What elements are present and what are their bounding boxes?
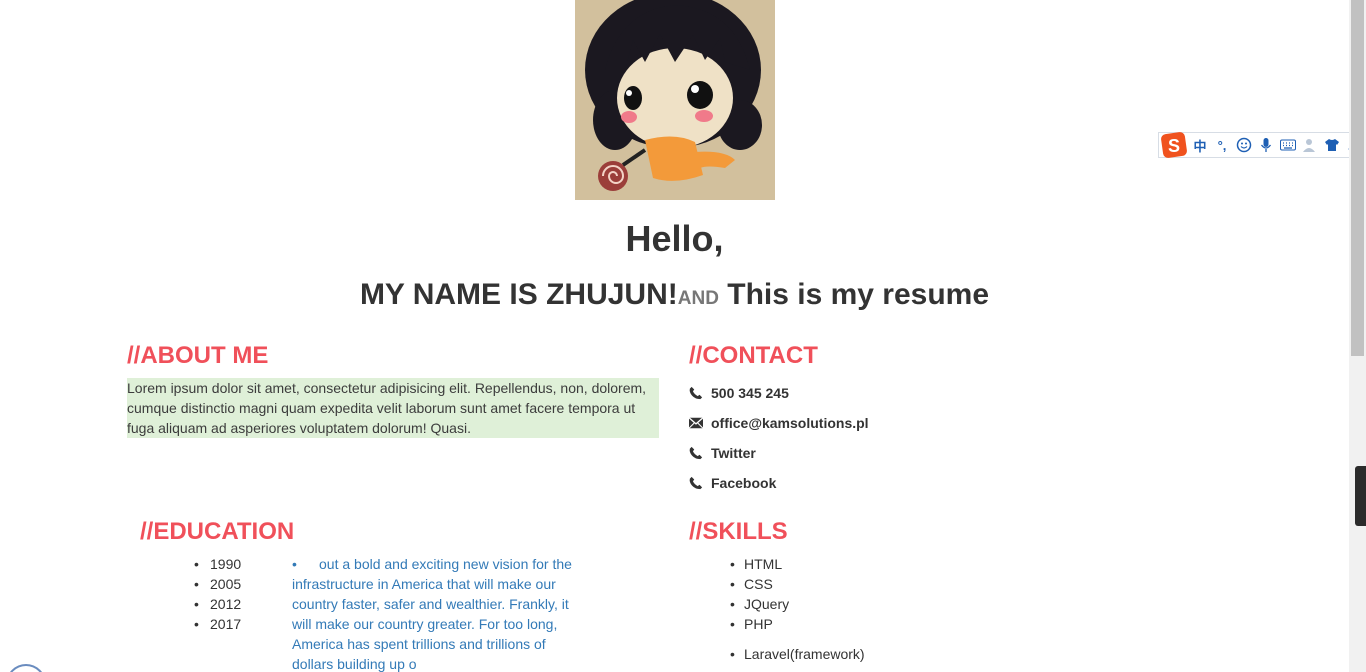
year-item: 2017	[194, 614, 241, 634]
year-item: 2005	[194, 574, 241, 594]
intro-heading: MY NAME IS ZHUJUN!AND This is my resume	[0, 278, 1349, 312]
tagline: This is my resume	[718, 278, 990, 311]
skill-item: Laravel(framework)	[730, 644, 865, 664]
skills-list-2: Laravel(framework)	[730, 644, 865, 664]
skills-list: HTML CSS JQuery PHP	[730, 554, 789, 634]
phone-icon	[689, 446, 711, 460]
corner-widget[interactable]	[6, 664, 46, 672]
education-title: //EDUCATION	[140, 518, 295, 545]
scrollbar-thumb[interactable]	[1351, 0, 1364, 356]
microphone-icon[interactable]	[1257, 136, 1275, 154]
contact-label: Twitter	[711, 445, 756, 461]
contact-email[interactable]: office@kamsolutions.pl	[689, 408, 869, 438]
skill-item: HTML	[730, 554, 789, 574]
contact-facebook[interactable]: Facebook	[689, 468, 869, 498]
year-item: 1990	[194, 554, 241, 574]
ime-toolbar: S 中 °,	[1158, 132, 1366, 158]
resume-page: Hello, MY NAME IS ZHUJUN!AND This is my …	[0, 0, 1366, 672]
user-icon[interactable]	[1301, 136, 1319, 154]
skills-title: //SKILLS	[689, 518, 788, 545]
skill-item: CSS	[730, 574, 789, 594]
keyboard-icon[interactable]	[1279, 136, 1297, 154]
phone-icon	[689, 386, 711, 400]
punctuation-button[interactable]: °,	[1213, 136, 1231, 154]
contact-label: Facebook	[711, 475, 777, 491]
skill-item: JQuery	[730, 594, 789, 614]
contact-list: 500 345 245 office@kamsolutions.pl Twitt…	[689, 378, 869, 498]
skill-item: PHP	[730, 614, 789, 634]
contact-label: office@kamsolutions.pl	[711, 415, 869, 431]
year-item: 2012	[194, 594, 241, 614]
sogou-logo-icon[interactable]: S	[1161, 131, 1187, 158]
contact-title: //CONTACT	[689, 342, 818, 369]
bullet-icon: •	[292, 556, 297, 572]
contact-phone[interactable]: 500 345 245	[689, 378, 869, 408]
skin-shirt-icon[interactable]	[1323, 136, 1341, 154]
about-title: //ABOUT ME	[127, 342, 269, 369]
education-description-text: out a bold and exciting new vision for t…	[292, 556, 572, 672]
emoji-icon[interactable]	[1235, 136, 1253, 154]
envelope-icon	[689, 417, 711, 429]
education-description[interactable]: • out a bold and exciting new vision for …	[292, 554, 584, 672]
greeting-heading: Hello,	[625, 218, 724, 259]
education-years: 1990 2005 2012 2017	[194, 554, 241, 634]
phone-icon	[689, 476, 711, 490]
and-word: AND	[677, 288, 719, 309]
about-text: Lorem ipsum dolor sit amet, consectetur …	[127, 378, 659, 438]
name-line: MY NAME IS ZHUJUN!	[359, 278, 678, 311]
profile-avatar	[575, 0, 775, 200]
contact-twitter[interactable]: Twitter	[689, 438, 869, 468]
chinese-mode-button[interactable]: 中	[1191, 136, 1209, 154]
side-widget-handle[interactable]	[1355, 466, 1366, 526]
svg-text:S: S	[1168, 136, 1180, 156]
contact-label: 500 345 245	[711, 385, 789, 401]
